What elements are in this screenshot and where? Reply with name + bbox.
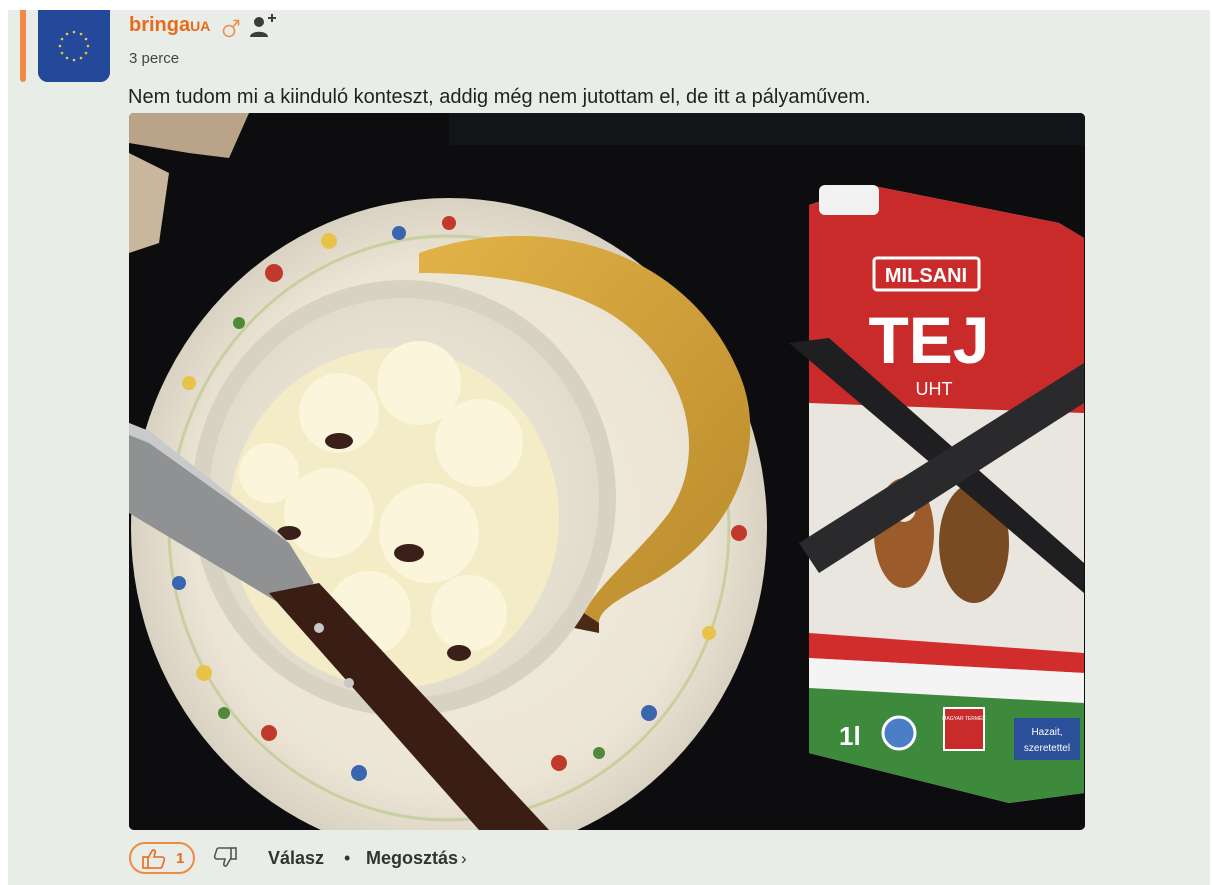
- eu-flag-icon: [38, 10, 110, 82]
- carton-badge-line2: szeretettel: [1024, 743, 1070, 754]
- like-button[interactable]: 1: [129, 842, 195, 874]
- carton-type: UHT: [916, 379, 953, 399]
- like-count: 1: [176, 850, 185, 867]
- chevron-right-icon: ›: [461, 849, 467, 868]
- share-button[interactable]: Megosztás ›: [366, 848, 467, 869]
- comment-timestamp: 3 perce: [129, 50, 180, 67]
- thumbs-up-icon: [142, 849, 166, 869]
- comment-photo[interactable]: MILSANI TEJ UHT 1l MAGYAR TERMÉK Hazait,…: [129, 113, 1085, 830]
- share-label: Megosztás: [366, 848, 459, 868]
- comment-text: Nem tudom mi a kiinduló konteszt, addig …: [128, 86, 871, 108]
- thread-indicator-bar: [20, 10, 26, 82]
- username-text: bringa: [129, 14, 191, 36]
- separator-dot: •: [344, 848, 351, 868]
- reply-button[interactable]: Válasz: [268, 848, 324, 869]
- male-symbol-icon: [222, 19, 240, 38]
- avatar[interactable]: [38, 10, 110, 82]
- carton-volume: 1l: [839, 721, 861, 751]
- carton-brand: MILSANI: [885, 265, 967, 287]
- username-link[interactable]: bringaUA: [129, 14, 210, 37]
- carton-product: TEJ: [868, 303, 989, 377]
- carton-seal-text: MAGYAR TERMÉK: [942, 715, 986, 722]
- carton-badge-line1: Hazait,: [1031, 727, 1062, 738]
- add-friend-icon[interactable]: [248, 12, 278, 38]
- comment-card: bringaUA 3 perce Nem tudom mi a kiinduló…: [8, 10, 1210, 885]
- username-suffix: UA: [190, 18, 211, 34]
- thumbs-down-icon[interactable]: [213, 846, 239, 870]
- photo-illustration: MILSANI TEJ UHT 1l MAGYAR TERMÉK Hazait,…: [129, 113, 1085, 830]
